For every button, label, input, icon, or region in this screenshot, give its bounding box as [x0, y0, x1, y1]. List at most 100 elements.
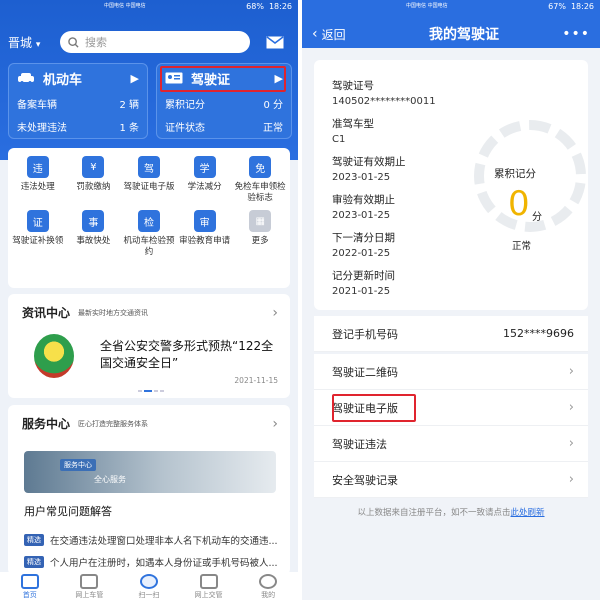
service-label: 免检车申领检验标志 — [234, 182, 286, 203]
gauge-unit: 分 — [532, 212, 542, 223]
service-icon: ¥ — [82, 156, 105, 178]
nav-bar: ‹ 返回 我的驾驶证 ••• — [302, 22, 600, 46]
gauge-label: 累积记分 — [494, 168, 536, 180]
bottom-tab-bar: 首页 网上车管 扫一扫 网上交管 我的 — [0, 572, 298, 600]
city-selector[interactable]: 晋城 ▾ — [8, 34, 60, 51]
service-center-card: 服务中心 匠心打造完整服务体系 › 服务中心 全心服务 用户常见问题解答 精选 … — [8, 405, 290, 575]
chevron-down-icon: ▾ — [35, 39, 41, 50]
points-updated-label: 记分更新时间 — [332, 270, 395, 282]
registered-vehicles-value: 2 辆 — [119, 100, 139, 111]
service-icon: 检 — [137, 210, 160, 232]
service-item[interactable]: 学学法减分 — [177, 156, 233, 204]
service-icon: 驾 — [137, 156, 160, 178]
service-label: 审验教育申请 — [179, 236, 231, 246]
highlight-box — [160, 66, 286, 92]
menu-label: 驾驶证二维码 — [332, 365, 398, 379]
tab-traffic-admin[interactable]: 网上交管 — [179, 572, 239, 600]
phone-value: 152****9696 — [503, 327, 574, 340]
license-detail-screen: 中国电信 中国电信 67% 18:26 ‹ 返回 我的驾驶证 ••• 驾驶证号 … — [302, 0, 600, 600]
back-button[interactable]: ‹ 返回 — [312, 26, 392, 43]
service-banner[interactable]: 服务中心 全心服务 — [24, 451, 276, 493]
more-icon[interactable]: ••• — [562, 26, 590, 42]
points-value: 0 分 — [263, 100, 283, 111]
tab-label: 首页 — [22, 591, 37, 599]
service-item[interactable]: ▦ 更多 — [232, 210, 288, 258]
service-icon: 违 — [26, 156, 49, 178]
battery-text: 67% — [548, 2, 566, 11]
vehicle-card-title: 机动车 — [43, 72, 83, 88]
service-item[interactable]: 检机动车检验预约 — [121, 210, 177, 258]
battery-text: 68% — [246, 2, 264, 11]
next-clear-date-label: 下一清分日期 — [332, 232, 395, 244]
tab-label: 网上交管 — [194, 591, 223, 599]
service-icon: ▦ — [249, 210, 272, 232]
review-expiry-label: 审验有效期止 — [332, 194, 395, 206]
news-headline[interactable]: 全省公安交警多形式预热“122全国交通安全日” — [100, 338, 280, 372]
home-screen: 中国电信 中国电信 68% 18:26 晋城 ▾ 搜索 机动车 ▶ 备案车辆 2 … — [0, 0, 298, 600]
scan-icon — [139, 574, 158, 589]
service-item[interactable]: 事事故快处 — [66, 210, 122, 258]
license-expiry-label: 驾驶证有效期止 — [332, 156, 406, 168]
service-item[interactable]: 免免检车申领检验标志 — [232, 156, 288, 204]
service-item[interactable]: 证驾驶证补换领 — [10, 210, 66, 258]
service-icon: 证 — [26, 210, 49, 232]
tab-label: 网上车管 — [75, 591, 104, 599]
gauge-value: 0 — [508, 184, 530, 224]
carrier-text: 中国电信 中国电信 — [406, 3, 448, 9]
vehicle-card[interactable]: 机动车 ▶ 备案车辆 2 辆 未处理违法 1 条 — [8, 63, 148, 139]
chevron-right-icon: › — [568, 400, 574, 415]
registered-vehicles-label: 备案车辆 — [17, 100, 57, 111]
status-bar: 中国电信 中国电信 68% 18:26 — [0, 0, 298, 13]
tab-label: 扫一扫 — [138, 591, 160, 599]
city-label: 晋城 — [8, 35, 33, 50]
service-icon: 事 — [82, 210, 105, 232]
menu-item-violations[interactable]: 驾驶证违法 › — [314, 426, 588, 462]
chevron-right-icon: › — [568, 472, 574, 487]
service-label: 学法减分 — [187, 182, 222, 192]
chevron-right-icon: › — [568, 436, 574, 451]
service-label: 驾驶证电子版 — [123, 182, 175, 192]
carousel-dots — [138, 390, 164, 392]
service-label: 违法处理 — [20, 182, 55, 192]
top-bar: 晋城 ▾ 搜索 — [0, 29, 298, 55]
banner-tag: 服务中心 — [60, 459, 96, 471]
unhandled-violations-value: 1 条 — [119, 123, 139, 134]
refresh-note: 以上数据来自注册平台，如不一致请点击此处刷新 — [302, 506, 600, 518]
refresh-link[interactable]: 此处刷新 — [511, 508, 545, 518]
phone-row: 登记手机号码 152****9696 — [314, 316, 588, 352]
menu-item-safe-driving[interactable]: 安全驾驶记录 › — [314, 462, 588, 498]
faq-item[interactable]: 精选 在交通违法处理窗口处理非本人名下机动车的交通违... — [24, 533, 286, 547]
review-expiry-value: 2023-01-25 — [332, 210, 391, 221]
gauge-status: 正常 — [512, 241, 532, 252]
menu-item-qrcode[interactable]: 驾驶证二维码 › — [314, 354, 588, 390]
service-item[interactable]: 驾驾驶证电子版 — [121, 156, 177, 204]
license-menu: 驾驶证二维码 › 驾驶证电子版 › 驾驶证违法 › 安全驾驶记录 › — [314, 354, 588, 498]
service-item[interactable]: 审审验教育申请 — [177, 210, 233, 258]
news-card[interactable]: 资讯中心 最新实时地方交通资讯 › 全省公安交警多形式预热“122全国交通安全日… — [8, 294, 290, 398]
mail-icon[interactable] — [266, 35, 284, 49]
tab-mine[interactable]: 我的 — [238, 572, 298, 600]
note-text: 以上数据来自注册平台，如不一致请点击 — [357, 508, 511, 518]
service-label: 更多 — [251, 236, 269, 246]
faq-tag: 精选 — [24, 534, 44, 546]
news-subtitle: 最新实时地方交通资讯 — [78, 308, 149, 317]
highlight-box — [332, 394, 416, 422]
chevron-right-icon[interactable]: › — [272, 305, 278, 321]
service-label: 事故快处 — [76, 236, 111, 246]
unhandled-violations-label: 未处理违法 — [17, 123, 67, 134]
service-item[interactable]: ¥ 罚款缴纳 — [66, 156, 122, 204]
service-center-title: 服务中心 — [22, 417, 71, 431]
tab-vehicle-admin[interactable]: 网上车管 — [60, 572, 120, 600]
faq-text: 个人用户在注册时，如遇本人身份证或手机号码被人... — [50, 558, 278, 569]
chevron-right-icon[interactable]: › — [272, 416, 278, 432]
search-input[interactable]: 搜索 — [60, 31, 250, 53]
list-item: 登记手机号码 152****9696 — [314, 316, 588, 352]
tab-home[interactable]: 首页 — [0, 572, 60, 600]
back-label: 返回 — [321, 27, 346, 42]
service-grid: 违违法处理 ¥ 罚款缴纳驾驾驶证电子版学学法减分免免检车申领检验标志证驾驶证补换领事… — [8, 148, 290, 258]
service-label: 机动车检验预约 — [123, 236, 175, 257]
service-item[interactable]: 违违法处理 — [10, 156, 66, 204]
faq-item[interactable]: 精选 个人用户在注册时，如遇本人身份证或手机号码被人... — [24, 555, 286, 569]
tab-scan[interactable]: 扫一扫 — [119, 572, 179, 600]
status-bar: 中国电信 中国电信 67% 18:26 — [302, 0, 600, 13]
